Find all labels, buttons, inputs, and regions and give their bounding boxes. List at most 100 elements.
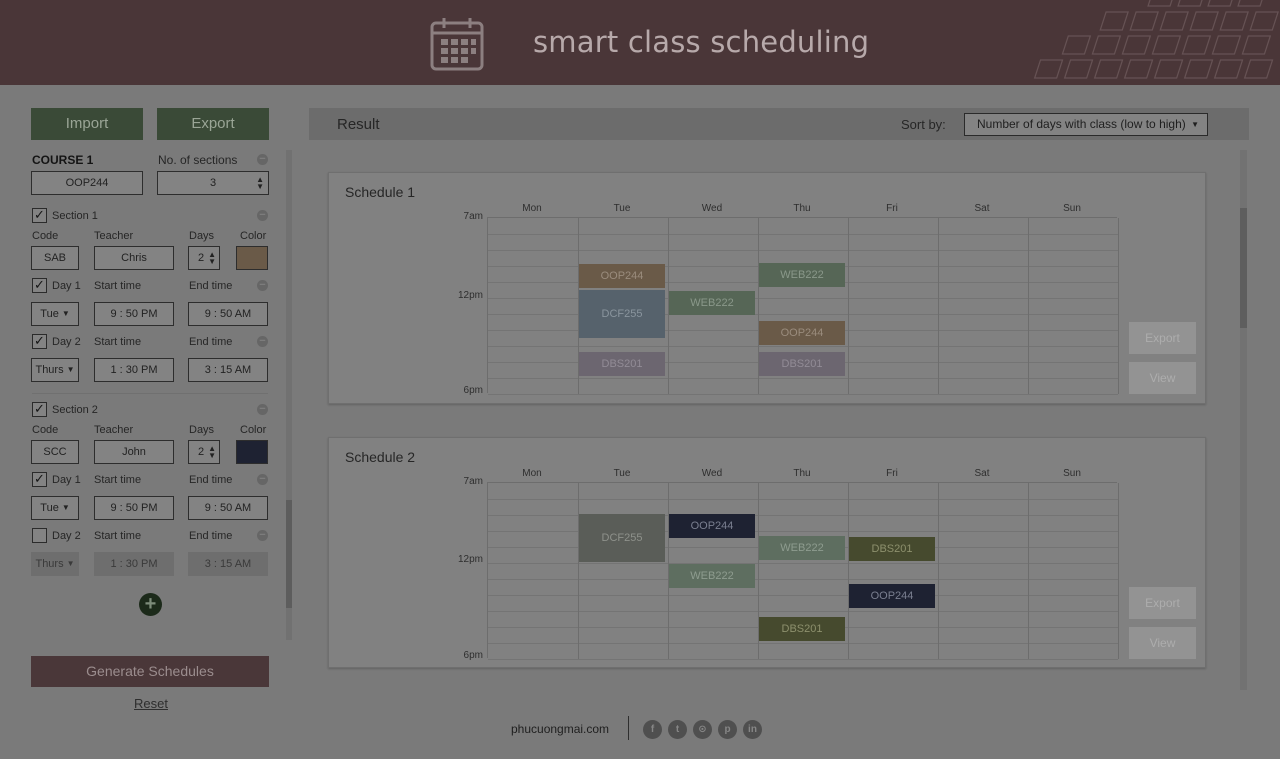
section1-day1-start-input[interactable]: 9 : 50 PM xyxy=(94,302,174,326)
remove-day-icon[interactable]: − xyxy=(257,336,268,347)
grid-row-line xyxy=(488,378,1118,379)
day1-label: Day 1 xyxy=(52,474,81,486)
section1-days-stepper[interactable]: 2 ▲ ▼ xyxy=(188,246,220,270)
section1-color-swatch[interactable] xyxy=(236,246,268,270)
section1-day2-end-input[interactable]: 3 : 15 AM xyxy=(188,358,268,382)
day-header: Fri xyxy=(886,203,898,214)
days-label: Days xyxy=(189,424,215,436)
calendar-pattern-decoration xyxy=(1033,0,1279,79)
section1-code-input[interactable]: SAB xyxy=(31,246,79,270)
section2-day2-start-input[interactable]: 1 : 30 PM xyxy=(94,552,174,576)
course-block[interactable]: WEB222 xyxy=(669,564,755,588)
grid-row-line xyxy=(488,579,1118,580)
schedule-export-button[interactable]: Export xyxy=(1129,322,1196,354)
start-time-label: Start time xyxy=(94,280,142,292)
grid-row-line xyxy=(488,499,1118,500)
pinterest-icon[interactable]: p xyxy=(718,720,737,739)
section2-day1-end-input[interactable]: 9 : 50 AM xyxy=(188,496,268,520)
linkedin-icon[interactable]: in xyxy=(743,720,762,739)
section2-day1-start-input[interactable]: 9 : 50 PM xyxy=(94,496,174,520)
grid-column-line xyxy=(1118,218,1119,394)
day-header: Wed xyxy=(701,203,723,214)
section2-day2-select[interactable]: Thurs ▼ xyxy=(31,552,79,576)
section1-day2-start-input[interactable]: 1 : 30 PM xyxy=(94,358,174,382)
grid-column-line xyxy=(848,218,849,394)
export-button[interactable]: Export xyxy=(157,108,269,140)
teacher-label: Teacher xyxy=(94,424,134,436)
sidebar-scrollbar-thumb[interactable] xyxy=(286,500,292,608)
grid-row-line xyxy=(488,611,1118,612)
sections-stepper[interactable]: 3 ▲ ▼ xyxy=(157,171,269,195)
section2-color-swatch[interactable] xyxy=(236,440,268,464)
color-label: Color xyxy=(240,424,267,436)
twitter-icon[interactable]: t xyxy=(668,720,687,739)
section1-day1-checkbox[interactable]: ✓ xyxy=(32,278,47,293)
course-block[interactable]: DBS201 xyxy=(579,352,665,376)
course-code-input[interactable]: OOP244 xyxy=(31,171,143,195)
sections-value: 3 xyxy=(209,177,217,189)
section2-day1-checkbox[interactable]: ✓ xyxy=(32,472,47,487)
section2-label: Section 2 xyxy=(52,404,98,416)
course-block[interactable]: WEB222 xyxy=(759,263,845,287)
schedule-view-button[interactable]: View xyxy=(1129,362,1196,394)
course-block[interactable]: WEB222 xyxy=(669,291,755,315)
results-scrollbar-thumb[interactable] xyxy=(1240,208,1247,328)
selected-day: Tue xyxy=(40,308,59,320)
course-block[interactable]: DBS201 xyxy=(849,537,935,561)
footer-site-link[interactable]: phucuongmai.com xyxy=(511,722,609,736)
section2-teacher-input[interactable]: John xyxy=(94,440,174,464)
generate-schedules-button[interactable]: Generate Schedules xyxy=(31,656,269,687)
section1-checkbox[interactable]: ✓ xyxy=(32,208,47,223)
course-block[interactable]: DBS201 xyxy=(759,352,845,376)
grid-column-line xyxy=(1028,218,1029,394)
grid-row-line xyxy=(488,250,1118,251)
day-header: Tue xyxy=(613,468,631,479)
remove-day-icon[interactable]: − xyxy=(257,280,268,291)
section2-day2-end-input[interactable]: 3 : 15 AM xyxy=(188,552,268,576)
section2-day2-checkbox[interactable] xyxy=(32,528,47,543)
course-block[interactable]: WEB222 xyxy=(759,536,845,560)
add-section-button[interactable]: + xyxy=(139,593,162,616)
course-block[interactable]: DBS201 xyxy=(759,617,845,641)
course-block[interactable]: DCF255 xyxy=(579,290,665,338)
section1-day1-select[interactable]: Tue ▼ xyxy=(31,302,79,326)
day-header: Thu xyxy=(793,203,811,214)
import-button[interactable]: Import xyxy=(31,108,143,140)
remove-day-icon[interactable]: − xyxy=(257,474,268,485)
section1-day1-end-input[interactable]: 9 : 50 AM xyxy=(188,302,268,326)
section1-day2-select[interactable]: Thurs ▼ xyxy=(31,358,79,382)
course-block[interactable]: DCF255 xyxy=(579,514,665,562)
selected-day: Thurs xyxy=(35,558,64,570)
schedule-export-button[interactable]: Export xyxy=(1129,587,1196,619)
github-icon[interactable]: ⊙ xyxy=(693,720,712,739)
sort-by-select[interactable]: Number of days with class (low to high) … xyxy=(964,113,1208,136)
schedule-card: Schedule 2 Mon Tue Wed Thu Fri Sat Sun 7… xyxy=(328,437,1206,668)
course-block[interactable]: OOP244 xyxy=(759,321,845,345)
day-header: Sat xyxy=(974,203,990,214)
code-label: Code xyxy=(32,230,59,242)
course-block[interactable]: OOP244 xyxy=(849,584,935,608)
section2-days-stepper[interactable]: 2 ▲ ▼ xyxy=(188,440,220,464)
facebook-icon[interactable]: f xyxy=(643,720,662,739)
app-title: smart class scheduling xyxy=(533,25,870,59)
stepper-arrows-icon[interactable]: ▲ ▼ xyxy=(256,176,264,191)
schedule-view-button[interactable]: View xyxy=(1129,627,1196,659)
stepper-arrows-icon[interactable]: ▲ ▼ xyxy=(208,251,216,266)
grid-row-line xyxy=(488,643,1118,644)
course-block[interactable]: OOP244 xyxy=(579,264,665,288)
remove-course-icon[interactable]: − xyxy=(257,154,268,165)
reset-link[interactable]: Reset xyxy=(134,696,168,711)
remove-section2-icon[interactable]: − xyxy=(257,404,268,415)
section2-checkbox[interactable]: ✓ xyxy=(32,402,47,417)
stepper-arrows-icon[interactable]: ▲ ▼ xyxy=(208,445,216,460)
course-block[interactable]: OOP244 xyxy=(669,514,755,538)
time-label: 12pm xyxy=(457,554,483,565)
section-divider xyxy=(32,393,268,394)
remove-section1-icon[interactable]: − xyxy=(257,210,268,221)
section1-day2-checkbox[interactable]: ✓ xyxy=(32,334,47,349)
section2-day1-select[interactable]: Tue ▼ xyxy=(31,496,79,520)
code-label: Code xyxy=(32,424,59,436)
section1-teacher-input[interactable]: Chris xyxy=(94,246,174,270)
remove-day-icon[interactable]: − xyxy=(257,530,268,541)
section2-code-input[interactable]: SCC xyxy=(31,440,79,464)
